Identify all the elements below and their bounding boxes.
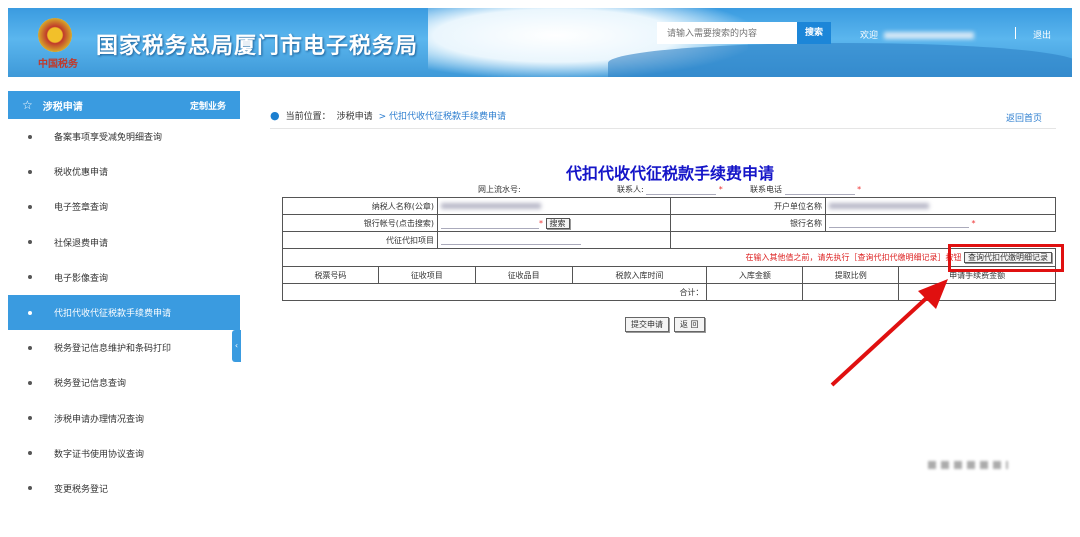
red-arrow-annotation (830, 279, 948, 387)
sidebar-item-label: 电子签章查询 (54, 203, 109, 214)
required-mark: * (971, 219, 976, 228)
logout-link[interactable]: 退出 (1033, 28, 1051, 41)
breadcrumb-parent[interactable]: 涉税申请 (337, 109, 373, 122)
bank-name-label: 银行名称 (670, 214, 826, 232)
bullet-icon (28, 380, 32, 385)
search-button[interactable]: 搜索 (797, 22, 831, 44)
contact-label: 联系人: (617, 185, 644, 194)
page-title: 代扣代收代征税款手续费申请 (565, 164, 774, 183)
column-header: 税票号码 (282, 266, 379, 284)
bank-account-cell: * 搜索 (437, 214, 671, 232)
notice-row: 在输入其他值之前，请先执行［查询代扣代缴明细记录］按钮 查询代扣代缴明细记录 (282, 248, 1056, 267)
bank-name-cell: * (825, 214, 1056, 232)
blurred-username (884, 32, 975, 39)
sidebar-item[interactable]: 电子签章查询 (8, 189, 240, 224)
sidebar-item[interactable]: 涉税申请办理情况查询 (8, 401, 240, 436)
sidebar-item[interactable]: 社保退费申请 (8, 225, 240, 260)
star-icon: ☆ (22, 98, 33, 112)
column-header: 征收项目 (377, 266, 476, 284)
bullet-icon (28, 486, 32, 491)
logo-text: 中国税务 (38, 59, 78, 70)
back-button[interactable]: 返 回 (674, 317, 705, 332)
contact-input[interactable] (646, 186, 717, 195)
account-unit-label: 开户单位名称 (670, 197, 826, 215)
divider (270, 128, 1056, 129)
bullet-icon (28, 204, 32, 209)
bullet-icon (28, 275, 32, 280)
welcome-text: 欢迎 (860, 31, 879, 41)
phone-label: 联系电话 (750, 185, 782, 194)
account-unit-value (825, 197, 1056, 215)
bank-search-button[interactable]: 搜索 (545, 217, 570, 229)
sidebar-item-label: 涉税申请办理情况查询 (54, 414, 145, 425)
column-header: 征收品目 (474, 266, 573, 284)
required-mark: * (539, 218, 543, 228)
serial-number: 网上流水号: (478, 184, 521, 195)
phone-input[interactable] (784, 186, 855, 195)
sidebar-item-label: 电子影像查询 (54, 273, 109, 284)
site-title: 国家税务总局厦门市电子税务局 (96, 34, 419, 59)
taxpayer-label: 纳税人名称(公章) (282, 197, 438, 215)
bullet-icon (28, 240, 32, 245)
serial-label: 网上流水号: (478, 185, 521, 194)
sidebar-header: ☆ 涉税申请 定制业务 (8, 91, 240, 119)
applicant-info-table: 纳税人名称(公章) 开户单位名称 银行帐号(点击搜索) * 搜索 银行名称 * 代征代… (282, 197, 1056, 249)
breadcrumb-prefix: 当前位置： (285, 112, 331, 122)
taxpayer-value (437, 197, 671, 215)
phone-field: 联系电话 * (750, 184, 861, 195)
location-pin-icon: ● (270, 109, 280, 122)
sidebar-section-title: 涉税申请 (42, 101, 83, 113)
blurred-watermark (928, 461, 1008, 469)
sidebar-item-label: 代扣代收代征税款手续费申请 (54, 309, 172, 320)
sidebar-item-label: 备案事项享受减免明细查询 (54, 133, 163, 144)
bullet-icon (28, 310, 32, 315)
total-amount (706, 283, 804, 301)
sidebar-item[interactable]: 代扣代收代征税款手续费申请 (8, 294, 240, 331)
bank-account-label: 银行帐号(点击搜索) (282, 214, 438, 232)
item-input[interactable] (441, 235, 581, 245)
breadcrumb: ● 当前位置： 涉税申请 > 代扣代收代征税款手续费申请 (270, 109, 506, 122)
bullet-icon (28, 451, 32, 456)
bullet-icon (28, 345, 32, 350)
sidebar-item[interactable]: 备案事项享受减免明细查询 (8, 119, 240, 154)
national-emblem-logo (38, 18, 72, 52)
sidebar-item-label: 税务登记信息维护和条码打印 (54, 344, 172, 355)
search-input[interactable] (657, 22, 797, 44)
bullet-icon (28, 416, 32, 421)
required-mark: * (857, 185, 862, 194)
required-mark: * (718, 185, 723, 194)
total-label: 合计： (281, 283, 708, 301)
item-label: 代征代扣项目 (282, 231, 438, 249)
column-header: 税款入库时间 (571, 266, 708, 284)
back-home-link[interactable]: 返回首页 (1006, 111, 1042, 124)
sidebar-item[interactable]: 电子影像查询 (8, 260, 240, 295)
sidebar-item[interactable]: 税务登记信息维护和条码打印 (8, 330, 240, 365)
item-cell (437, 231, 671, 249)
column-header: 入库金额 (706, 266, 804, 284)
sidebar: ☆ 涉税申请 定制业务 备案事项享受减免明细查询 税收优惠申请 电子签章查询 社保退费… (8, 91, 240, 506)
header-banner: 中国税务 国家税务总局厦门市电子税务局 (8, 8, 1072, 77)
sidebar-collapse-handle[interactable]: ‹ (232, 330, 241, 362)
sidebar-item[interactable]: 数字证书使用协议查询 (8, 436, 240, 471)
sidebar-item-label: 税务登记信息查询 (54, 379, 127, 390)
custom-business-link[interactable]: 定制业务 (190, 99, 226, 112)
highlight-box (948, 244, 1064, 272)
sidebar-item-label: 数字证书使用协议查询 (54, 449, 145, 460)
bank-account-input[interactable] (441, 219, 539, 229)
notice-text: 在输入其他值之前，请先执行［查询代扣代缴明细记录］按钮 (745, 253, 962, 262)
breadcrumb-current: > 代扣代收代征税款手续费申请 (378, 112, 507, 122)
sidebar-item-label: 社保退费申请 (54, 238, 109, 249)
bullet-icon (28, 134, 32, 139)
welcome-user: 欢迎 (860, 28, 975, 41)
bank-name-input[interactable] (829, 218, 969, 228)
sidebar-item[interactable]: 变更税务登记 (8, 471, 240, 506)
sidebar-item-label: 变更税务登记 (54, 484, 109, 495)
submit-button[interactable]: 提交申请 (625, 317, 669, 332)
sidebar-item[interactable]: 税务登记信息查询 (8, 365, 240, 400)
divider (1015, 27, 1016, 39)
contact-field: 联系人: * (617, 184, 723, 195)
